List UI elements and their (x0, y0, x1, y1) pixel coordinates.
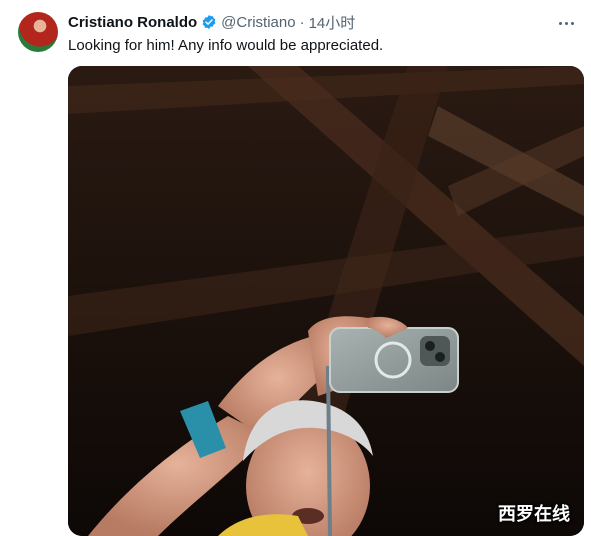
tweet-time[interactable]: 14小时 (309, 12, 356, 33)
tweet-text: Looking for him! Any info would be appre… (68, 37, 384, 54)
author-name[interactable]: Cristiano Ronaldo (68, 14, 197, 31)
avatar[interactable] (18, 12, 58, 52)
author-handle[interactable]: @Cristiano (221, 14, 295, 31)
more-options-icon[interactable] (555, 14, 577, 32)
tweet-header: Cristiano Ronaldo @Cristiano · 14小时 (68, 12, 355, 32)
media-photo (68, 66, 584, 536)
separator-dot: · (299, 13, 305, 31)
watermark-text: 西罗在线 (498, 504, 570, 525)
verified-badge-icon (202, 15, 216, 29)
tweet-media-image[interactable]: 西罗在线 (68, 66, 584, 536)
